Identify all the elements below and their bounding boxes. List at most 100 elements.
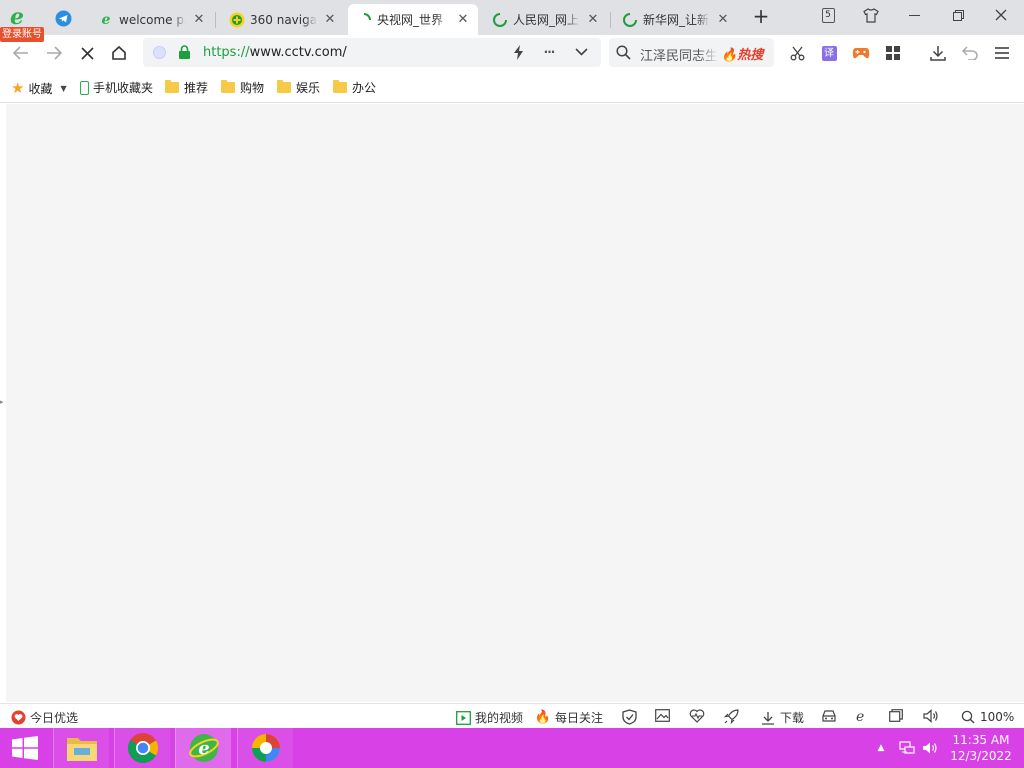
- video-play-icon: [455, 710, 471, 726]
- page-content[interactable]: [0, 104, 1024, 702]
- tab-360-navigation[interactable]: 360 navigatio ✕: [221, 4, 345, 35]
- tab-welcome[interactable]: e welcome pag ✕: [90, 4, 214, 35]
- more-options-button[interactable]: ···: [537, 40, 561, 64]
- taskbar-chrome[interactable]: [114, 728, 170, 768]
- tab-cctv[interactable]: 央视网_世界 ✕: [348, 4, 478, 35]
- my-video-button[interactable]: 我的视频: [455, 709, 523, 726]
- hot-search-badge[interactable]: 🔥热搜: [721, 44, 763, 63]
- network-button[interactable]: [896, 728, 918, 768]
- search-input[interactable]: 江泽民同志生: [640, 45, 718, 64]
- accelerate-button[interactable]: [724, 709, 739, 724]
- rocket-icon: [724, 709, 739, 724]
- translate-icon: 译: [821, 45, 837, 61]
- speed-mode-button[interactable]: [506, 40, 530, 64]
- zoom-button[interactable]: 100%: [960, 709, 1014, 725]
- url-text[interactable]: https://www.cctv.com/: [203, 45, 347, 60]
- taskbar-photos[interactable]: [237, 728, 293, 768]
- loading-spinner-icon: [356, 12, 372, 28]
- restore-button[interactable]: [943, 4, 973, 26]
- extension-button[interactable]: [821, 709, 837, 723]
- translate-button[interactable]: 译: [817, 41, 841, 65]
- home-button[interactable]: [107, 41, 131, 65]
- today-pick-button[interactable]: 今日优选: [10, 709, 78, 726]
- lightning-icon: [513, 44, 523, 60]
- clock-time: 11:35 AM: [952, 733, 1010, 747]
- taskbar-360-browser[interactable]: e: [175, 728, 231, 768]
- forward-button[interactable]: [42, 41, 66, 65]
- show-hidden-icons-button[interactable]: ▲: [874, 728, 888, 768]
- arrow-right-icon: [47, 46, 62, 60]
- loading-spinner-icon: [492, 12, 508, 28]
- minimize-button[interactable]: [899, 4, 929, 26]
- start-button[interactable]: [0, 728, 50, 768]
- stop-x-icon: [80, 46, 94, 60]
- taskbar-file-explorer[interactable]: [53, 728, 109, 768]
- close-window-button[interactable]: [986, 4, 1016, 26]
- arrow-left-icon: [13, 46, 28, 60]
- address-bar[interactable]: https://www.cctv.com/ ···: [143, 38, 601, 67]
- windows-logo-icon: [12, 736, 38, 760]
- downloads-button[interactable]: [926, 41, 950, 65]
- tab-xinhua[interactable]: 新华网_让新 ✕: [614, 4, 738, 35]
- screenshot-button[interactable]: [785, 41, 809, 65]
- grid-icon: [886, 46, 900, 60]
- favorites-button[interactable]: ★ 收藏 ▼: [11, 79, 67, 97]
- bookmark-folder-entertainment[interactable]: 娱乐: [277, 79, 320, 96]
- undo-close-button[interactable]: [958, 41, 982, 65]
- apps-button[interactable]: [881, 41, 905, 65]
- bookmarks-bar: ★ 收藏 ▼ 手机收藏夹 推荐 购物 娱乐 办公: [0, 70, 1024, 103]
- browser-logo[interactable]: e 登录账号: [0, 0, 46, 44]
- login-account-button[interactable]: 登录账号: [0, 27, 44, 42]
- search-box[interactable]: 江泽民同志生 🔥热搜: [609, 38, 774, 67]
- gamepad-icon: [852, 48, 870, 59]
- bookmark-folder-office[interactable]: 办公: [333, 79, 376, 96]
- tab-counter-button[interactable]: 5: [813, 4, 843, 26]
- new-tab-button[interactable]: +: [750, 5, 772, 29]
- security-button[interactable]: [622, 709, 637, 725]
- folder-icon: [66, 738, 97, 761]
- back-button[interactable]: [9, 41, 33, 65]
- folder-icon: [277, 80, 291, 93]
- stop-loading-button[interactable]: [75, 41, 99, 65]
- tab-title: 新华网_让新: [643, 13, 710, 27]
- restore-icon: [952, 9, 964, 21]
- tab-close-icon[interactable]: ✕: [456, 12, 470, 27]
- close-icon: [995, 9, 1007, 21]
- tab-close-icon[interactable]: ✕: [716, 12, 730, 27]
- url-dropdown-button[interactable]: [569, 40, 593, 64]
- loading-spinner-icon: [622, 12, 638, 28]
- tab-divider: [610, 12, 611, 28]
- mute-button[interactable]: [923, 709, 939, 723]
- caret-down-icon[interactable]: ▼: [60, 84, 66, 93]
- tab-close-icon[interactable]: ✕: [586, 12, 600, 27]
- sidebar-toggle-handle[interactable]: ▸: [0, 398, 4, 406]
- taskbar-clock[interactable]: 11:35 AM 12/3/2022: [942, 732, 1020, 764]
- tab-close-icon[interactable]: ✕: [323, 12, 337, 27]
- statusbar-download-button[interactable]: 下载: [760, 709, 804, 726]
- window-mode-button[interactable]: [889, 709, 903, 722]
- daily-follow-button[interactable]: 🔥 每日关注: [535, 709, 603, 726]
- tab-close-icon[interactable]: ✕: [192, 12, 206, 27]
- health-button[interactable]: [689, 709, 705, 723]
- address-toolbar: https://www.cctv.com/ ··· 江泽民同志生 🔥热搜 译: [0, 35, 1024, 70]
- main-menu-button[interactable]: [990, 41, 1014, 65]
- skin-button[interactable]: [856, 4, 886, 26]
- car-icon: [822, 710, 836, 722]
- ie-mode-button[interactable]: e: [856, 709, 864, 725]
- tab-title: 央视网_世界: [377, 13, 444, 27]
- mobile-favorites-button[interactable]: 手机收藏夹: [80, 79, 153, 96]
- game-button[interactable]: [849, 41, 873, 65]
- tab-people-daily[interactable]: 人民网_网上 ✕: [484, 4, 608, 35]
- folder-icon: [333, 80, 347, 93]
- volume-button[interactable]: [920, 728, 940, 768]
- image-button[interactable]: [655, 709, 670, 722]
- speaker-icon: [923, 709, 938, 723]
- search-icon: [616, 45, 631, 60]
- site-info-icon[interactable]: [153, 46, 166, 59]
- pinned-tab[interactable]: [52, 7, 74, 29]
- bookmark-folder-recommend[interactable]: 推荐: [165, 79, 208, 96]
- bookmark-folder-shopping[interactable]: 购物: [221, 79, 264, 96]
- scissors-icon: [790, 46, 804, 60]
- volume-icon: [923, 742, 937, 754]
- flame-icon: 🔥: [534, 710, 552, 725]
